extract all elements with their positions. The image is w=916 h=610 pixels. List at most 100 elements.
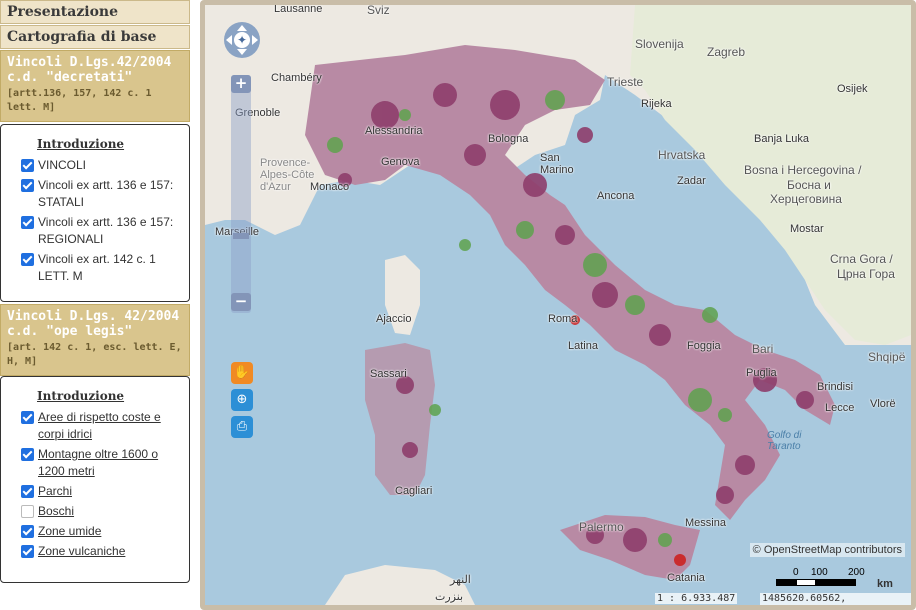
zoom-out-button[interactable]: − <box>231 293 251 311</box>
map-label: Foggia <box>687 340 721 352</box>
layer-item[interactable]: Vincoli ex art. 142 c. 1 LETT. M <box>21 251 181 285</box>
layer-checkbox[interactable] <box>21 216 34 229</box>
map-attribution: © OpenStreetMap contributors <box>749 543 905 557</box>
layer-checkbox[interactable] <box>21 411 34 424</box>
intro-link[interactable]: Introduzione <box>37 389 181 403</box>
map-label: Mostar <box>790 223 824 235</box>
layer-panel-ope-legis: Introduzione Aree di rispetto coste e co… <box>0 376 190 583</box>
section-subtitle: [art. 142 c. 1, esc. lett. E, H, M] <box>7 342 182 367</box>
section-presentazione[interactable]: Presentazione <box>0 0 190 24</box>
map-label: Genova <box>381 156 420 168</box>
layer-checkbox[interactable] <box>21 448 34 461</box>
map-label: Latina <box>568 340 598 352</box>
pan-control[interactable]: ✦ <box>224 22 260 58</box>
map-label: Brindisi <box>817 381 854 393</box>
map-label: Zadar <box>677 175 706 187</box>
map-label: Херцеговина <box>770 192 842 206</box>
map-label: Bosna i Hercegovina / <box>744 163 862 177</box>
hand-icon[interactable]: ✋ <box>231 362 253 384</box>
layer-panel-decretati: Introduzione VINCOLI Vincoli ex artt. 13… <box>0 124 190 302</box>
section-vincoli-ope-legis[interactable]: Vincoli D.Lgs. 42/2004 c.d. "ope legis" … <box>0 304 190 376</box>
map-label: Messina <box>685 517 726 529</box>
map-label: San Marino <box>540 152 574 176</box>
layer-label: Vincoli ex art. 142 c. 1 LETT. M <box>38 252 156 283</box>
map-label: Sassari <box>370 368 407 380</box>
map-label: Shqipë <box>868 350 906 364</box>
land-sardinia <box>365 343 435 495</box>
layer-item[interactable]: Boschi <box>21 503 181 520</box>
layer-label[interactable]: Zone umide <box>38 523 101 540</box>
zoom-icon[interactable]: ⊕ <box>231 389 253 411</box>
zoom-bar[interactable]: + − <box>231 75 251 313</box>
layer-item[interactable]: Vincoli ex artt. 136 e 157: STATALI <box>21 177 181 211</box>
scale-tick: 200 <box>848 567 865 578</box>
map-label: Ajaccio <box>376 313 412 325</box>
zoom-in-button[interactable]: + <box>231 75 251 93</box>
map-label: Palermo <box>579 520 624 534</box>
zoom-slider-handle[interactable] <box>233 233 249 239</box>
map-label: Ancona <box>597 190 635 202</box>
pan-up-arrow-icon[interactable] <box>237 25 247 31</box>
map-label: Sviz <box>367 3 390 17</box>
scale-ratio: 1 : 6.933.487 <box>655 593 738 604</box>
map-label: Босна и <box>787 178 831 192</box>
map-label: Chambéry <box>271 72 322 84</box>
layer-checkbox[interactable] <box>21 505 34 518</box>
layer-label: Vincoli ex artt. 136 e 157: REGIONALI <box>38 215 174 246</box>
map-label: Golfo di Taranto <box>767 430 802 452</box>
layer-label[interactable]: Zone vulcaniche <box>38 543 125 560</box>
layer-item[interactable]: Parchi <box>21 483 181 500</box>
pan-left-arrow-icon[interactable] <box>226 35 232 45</box>
section-vincoli-decretati[interactable]: Vincoli D.Lgs.42/2004 c.d. "decretati" [… <box>0 50 190 122</box>
layer-item[interactable]: Aree di rispetto coste e corpi idrici <box>21 409 181 443</box>
pan-right-arrow-icon[interactable] <box>252 35 258 45</box>
map-label: Puglia <box>746 367 777 379</box>
section-subtitle: [artt.136, 157, 142 c. 1 lett. M] <box>7 88 152 113</box>
map-label: Lausanne <box>274 3 323 15</box>
map-label: Alessandria <box>365 125 423 137</box>
map-viewport[interactable]: Lausanne Sviz Chambéry Grenoble Provence… <box>200 0 916 610</box>
layer-item[interactable]: Montagne oltre 1600 o 1200 metri <box>21 446 181 480</box>
map-label: Catania <box>667 572 705 584</box>
layer-label: VINCOLI <box>38 158 87 172</box>
scale-tick: 0 <box>793 567 799 578</box>
map-label: Monaco <box>310 181 350 193</box>
map-label: Црна Гора <box>837 267 895 281</box>
section-cartografia[interactable]: Cartografia di base <box>0 25 190 49</box>
map-label: Zagreb <box>707 45 746 59</box>
layer-checkbox[interactable] <box>21 179 34 192</box>
layer-checkbox[interactable] <box>21 545 34 558</box>
scale-unit: km <box>877 578 893 590</box>
layer-label[interactable]: Boschi <box>38 503 74 520</box>
map-label: Hrvatska <box>658 148 706 162</box>
compass-icon[interactable]: ✦ <box>234 32 250 48</box>
layer-item[interactable]: Vincoli ex artt. 136 e 157: REGIONALI <box>21 214 181 248</box>
map-label: Roma <box>548 313 578 325</box>
scale-segment <box>796 579 816 586</box>
section-title: Vincoli D.Lgs. 42/2004 c.d. "ope legis" <box>7 309 180 339</box>
map-label: Bari <box>752 342 774 356</box>
map-label: Rijeka <box>641 98 672 110</box>
layer-sidebar: Presentazione Cartografia di base Vincol… <box>0 0 191 610</box>
basemap <box>205 5 911 605</box>
pan-down-arrow-icon[interactable] <box>237 49 247 55</box>
map-label: Vlorë <box>870 398 896 410</box>
scale-tick: 100 <box>811 567 828 578</box>
layer-item[interactable]: Zone vulcaniche <box>21 543 181 560</box>
print-icon[interactable]: ⎙ <box>231 416 253 438</box>
layer-checkbox[interactable] <box>21 253 34 266</box>
layer-item[interactable]: Zone umide <box>21 523 181 540</box>
layer-item[interactable]: VINCOLI <box>21 157 181 174</box>
intro-link[interactable]: Introduzione <box>37 137 181 151</box>
map-label: Banja Luka <box>754 133 810 145</box>
layer-label[interactable]: Montagne oltre 1600 o 1200 metri <box>38 446 181 480</box>
scale-segment <box>776 579 796 586</box>
map-label: بنزرت <box>435 591 464 603</box>
layer-checkbox[interactable] <box>21 159 34 172</box>
scale-bar: 0 100 200 <box>776 567 866 587</box>
layer-checkbox[interactable] <box>21 525 34 538</box>
layer-label[interactable]: Parchi <box>38 483 72 500</box>
layer-checkbox[interactable] <box>21 485 34 498</box>
layer-label[interactable]: Aree di rispetto coste e corpi idrici <box>38 409 181 443</box>
scale-segment <box>816 579 856 586</box>
